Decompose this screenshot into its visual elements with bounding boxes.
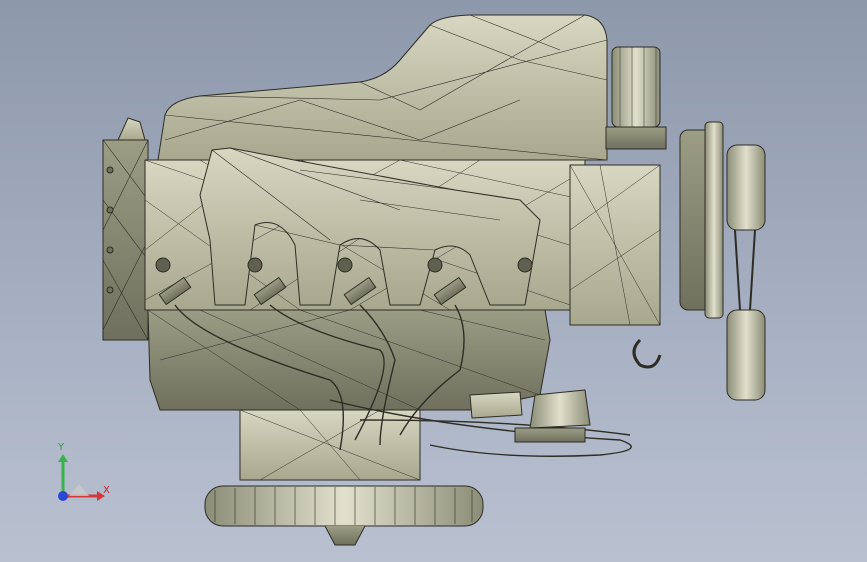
triad-axes <box>58 454 105 501</box>
distributor <box>529 389 591 429</box>
oil-filter <box>611 46 661 128</box>
y-axis-label: Y <box>58 442 65 453</box>
air-intake-housing <box>157 14 608 161</box>
fan-blade-upper <box>726 144 766 231</box>
fan-blade-lower <box>726 309 766 401</box>
graphics-viewport[interactable]: X Y <box>0 0 867 562</box>
coordinate-triad: X Y <box>45 436 125 516</box>
engine-model[interactable] <box>0 0 867 562</box>
flywheel <box>204 485 484 527</box>
x-axis-label: X <box>103 485 110 496</box>
